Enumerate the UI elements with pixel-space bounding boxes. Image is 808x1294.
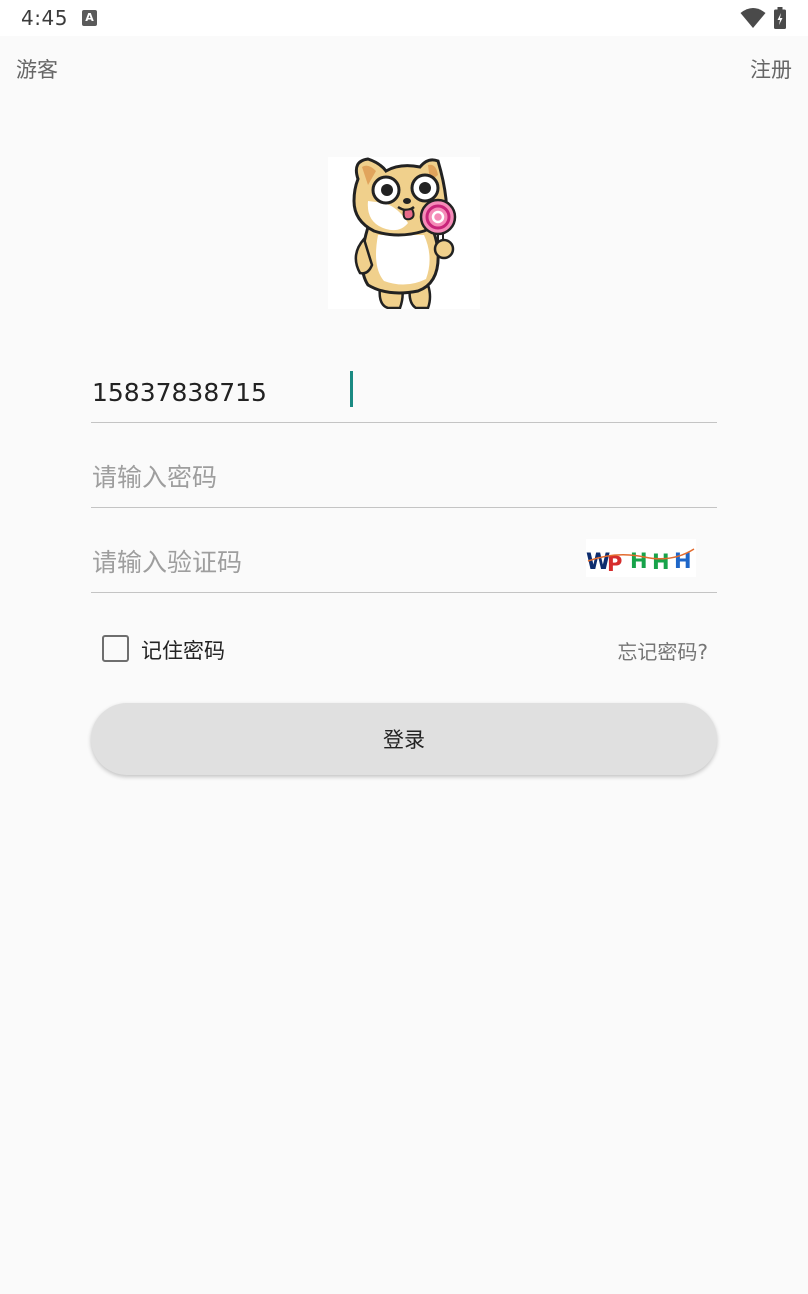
captcha-image[interactable]: W P H H H [586, 539, 696, 577]
svg-text:H: H [630, 549, 648, 573]
app-avatar [328, 157, 480, 309]
phone-field [91, 363, 717, 423]
svg-text:H: H [652, 550, 670, 574]
wifi-icon [740, 8, 766, 28]
remember-label[interactable]: 记住密码 [141, 635, 225, 665]
register-link[interactable]: 注册 [750, 54, 792, 84]
cartoon-dog-icon [352, 157, 457, 309]
guest-link[interactable]: 游客 [16, 54, 58, 84]
remember-checkbox[interactable] [102, 635, 129, 662]
phone-input[interactable] [91, 363, 717, 421]
password-field [91, 448, 717, 508]
login-button[interactable]: 登录 [91, 703, 717, 775]
text-cursor [350, 371, 353, 407]
notification-icon: A [82, 10, 97, 26]
status-time: 4:45 [21, 6, 68, 30]
captcha-field: W P H H H [91, 533, 717, 593]
forgot-password-link[interactable]: 忘记密码? [617, 636, 708, 665]
status-bar: 4:45 A [0, 0, 808, 36]
password-input[interactable] [91, 448, 717, 506]
battery-charging-icon [774, 7, 786, 29]
